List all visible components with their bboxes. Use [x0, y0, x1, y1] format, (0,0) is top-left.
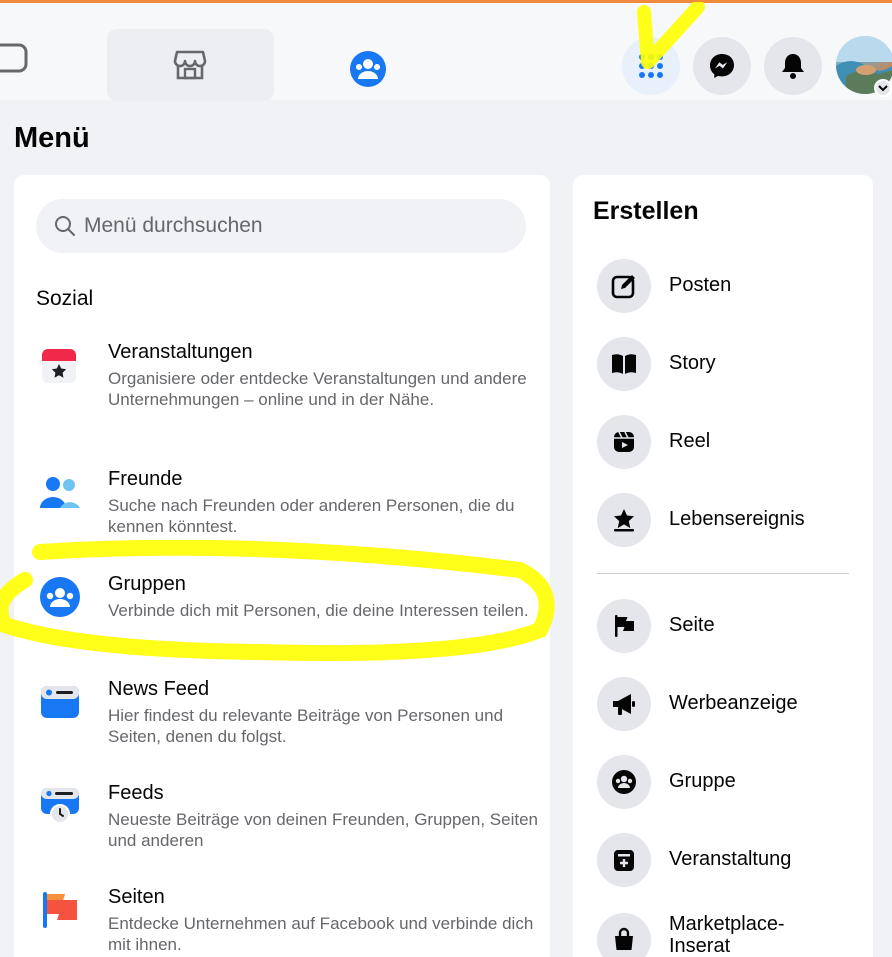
create-icon-wrap — [597, 599, 651, 653]
account-chevron[interactable] — [874, 79, 892, 97]
create-icon-wrap — [597, 493, 651, 547]
create-item-reel[interactable]: Reel — [597, 415, 867, 469]
menu-item-pages[interactable]: Seiten Entdecke Unternehmen auf Facebook… — [38, 886, 538, 956]
create-item-marketplace[interactable]: Marketplace-Inserat — [597, 913, 867, 957]
friends-icon — [40, 477, 80, 508]
bag-icon — [615, 927, 633, 950]
book-icon — [612, 354, 636, 374]
create-icon-wrap — [597, 337, 651, 391]
create-icon-wrap — [597, 415, 651, 469]
menu-item-friends[interactable]: Freunde Suche nach Freunden oder anderen… — [38, 468, 538, 538]
groups-nav-icon — [350, 51, 386, 87]
menu-item-title: Freunde — [108, 468, 183, 490]
create-panel: Erstellen Posten Story Reel Lebensereign… — [573, 175, 873, 957]
menu-item-groups[interactable]: Gruppen Verbinde dich mit Personen, die … — [38, 573, 538, 643]
create-icon-wrap — [597, 677, 651, 731]
section-heading-create: Erstellen — [593, 197, 699, 225]
create-item-label: Werbeanzeige — [669, 692, 798, 714]
create-icon-wrap — [597, 259, 651, 313]
groups-tab[interactable] — [348, 49, 388, 94]
create-item-label: Gruppe — [669, 770, 736, 792]
messenger-icon — [710, 54, 734, 78]
feeds-icon — [41, 788, 79, 824]
menu-item-title: News Feed — [108, 678, 210, 700]
menu-item-description: Neueste Beiträge von deinen Freunden, Gr… — [108, 810, 539, 850]
create-item-post[interactable]: Posten — [597, 259, 867, 313]
menu-item-description: Verbinde dich mit Personen, die deine In… — [108, 601, 529, 620]
create-item-event[interactable]: Veranstaltung — [597, 833, 867, 887]
menu-item-title: Gruppen — [108, 573, 186, 595]
menu-item-title: Feeds — [108, 782, 164, 804]
create-item-label: Story — [669, 352, 716, 374]
news-feed-icon — [41, 686, 79, 718]
section-heading-social: Sozial — [36, 287, 94, 310]
chevron-down-icon — [878, 85, 888, 92]
create-item-ad[interactable]: Werbeanzeige — [597, 677, 867, 731]
create-icon-wrap — [597, 913, 651, 957]
menu-item-description: Suche nach Freunden oder anderen Persone… — [108, 496, 515, 536]
event-icon — [614, 850, 634, 871]
create-item-group[interactable]: Gruppe — [597, 755, 867, 809]
create-item-label: Lebensereignis — [669, 508, 805, 530]
create-item-label: Veranstaltung — [669, 848, 792, 870]
menu-item-feeds[interactable]: Feeds Neueste Beiträge von deinen Freund… — [38, 782, 538, 852]
reel-icon — [614, 431, 634, 452]
create-icon-wrap — [597, 833, 651, 887]
watch-tab-icon[interactable] — [0, 39, 30, 79]
groups-icon — [40, 577, 80, 617]
flag-icon — [43, 892, 77, 928]
create-item-page[interactable]: Seite — [597, 599, 867, 653]
menu-item-description: Entdecke Unternehmen auf Facebook und ve… — [108, 914, 534, 954]
megaphone-icon — [613, 694, 635, 715]
create-divider — [597, 573, 849, 574]
compose-icon — [611, 275, 635, 299]
menu-item-description: Hier findest du relevante Beiträge von P… — [108, 706, 504, 746]
calendar-icon — [42, 349, 76, 383]
menu-item-description: Organisiere oder entdecke Veranstaltunge… — [108, 369, 527, 409]
create-item-label: Reel — [669, 430, 711, 452]
page-flag-icon — [615, 615, 634, 637]
page-title: Menü — [14, 122, 90, 154]
menu-item-events[interactable]: Veranstaltungen Organisiere oder entdeck… — [38, 341, 538, 431]
create-item-label: Seite — [669, 614, 715, 636]
marketplace-tab[interactable] — [107, 29, 274, 101]
menu-panel: Sozial Veranstaltungen Organisiere oder … — [14, 175, 550, 957]
create-item-label: Marketplace-Inserat — [669, 913, 785, 957]
group-icon — [612, 770, 636, 794]
store-icon — [173, 50, 207, 80]
menu-item-title: Veranstaltungen — [108, 341, 253, 363]
create-icon-wrap — [597, 755, 651, 809]
search-icon — [55, 216, 75, 236]
search-box[interactable] — [36, 199, 526, 253]
create-item-life-event[interactable]: Lebensereignis — [597, 493, 867, 547]
create-item-story[interactable]: Story — [597, 337, 867, 391]
create-item-label: Posten — [669, 274, 732, 296]
bell-icon — [782, 54, 804, 79]
search-input[interactable] — [84, 214, 504, 238]
menu-item-news-feed[interactable]: News Feed Hier findest du relevante Beit… — [38, 678, 538, 748]
yellow-highlight-mark — [637, 2, 705, 69]
notifications-button[interactable] — [764, 37, 822, 95]
top-navigation-bar — [0, 3, 892, 101]
menu-item-title: Seiten — [108, 886, 165, 908]
star-icon — [614, 509, 634, 532]
